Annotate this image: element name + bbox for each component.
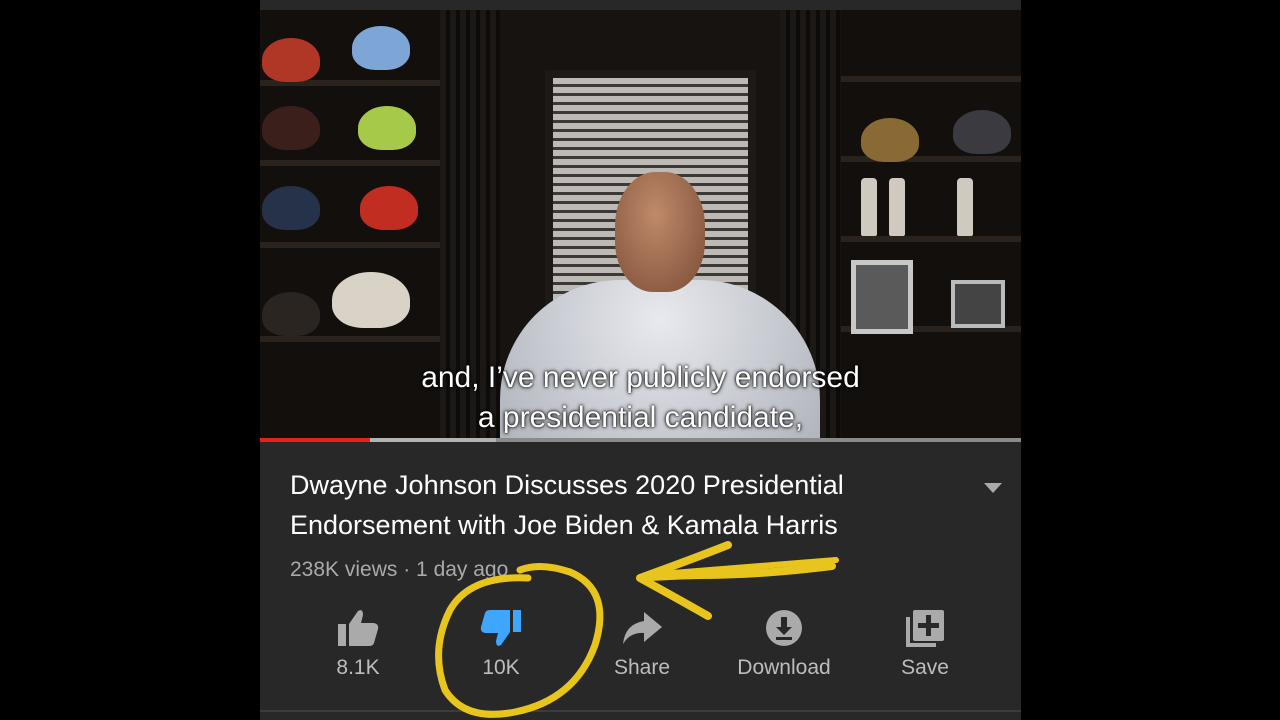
- dislike-button[interactable]: 10K: [431, 602, 571, 680]
- video-captions: and, I’ve never publicly endorsed a pres…: [260, 358, 1021, 438]
- download-button[interactable]: Download: [714, 602, 854, 680]
- dislike-count: 10K: [482, 656, 520, 679]
- caption-line: and, I’ve never publicly endorsed: [421, 361, 860, 394]
- picture-frame: [851, 260, 913, 334]
- like-count: 8.1K: [336, 656, 380, 679]
- save-playlist-icon: [906, 610, 944, 647]
- chevron-down-icon[interactable]: [984, 483, 1002, 493]
- share-icon: [623, 612, 662, 644]
- download-icon: [766, 610, 802, 646]
- caption-line: a presidential candidate,: [477, 401, 804, 434]
- video-meta: 238K views · 1 day ago: [290, 558, 509, 581]
- video-title[interactable]: Dwayne Johnson Discusses 2020 Presidenti…: [290, 465, 940, 545]
- progress-played: [260, 438, 371, 442]
- speaker-head: [615, 172, 705, 292]
- video-progress-bar[interactable]: [260, 438, 1021, 442]
- video-player[interactable]: and, I’ve never publicly endorsed a pres…: [260, 10, 1021, 440]
- thumbs-down-icon: [480, 610, 521, 646]
- share-label: Share: [613, 656, 671, 679]
- action-bar: 8.1K 10K Share Download Save: [288, 602, 998, 702]
- like-button[interactable]: 8.1K: [288, 602, 428, 680]
- picture-frame: [951, 280, 1005, 328]
- youtube-mobile-screen: and, I’ve never publicly endorsed a pres…: [260, 0, 1021, 720]
- divider: [260, 710, 1021, 712]
- thumbs-up-icon: [338, 610, 379, 646]
- download-label: Download: [737, 656, 831, 679]
- save-button[interactable]: Save: [855, 602, 995, 680]
- save-label: Save: [901, 656, 949, 679]
- share-button[interactable]: Share: [572, 602, 712, 680]
